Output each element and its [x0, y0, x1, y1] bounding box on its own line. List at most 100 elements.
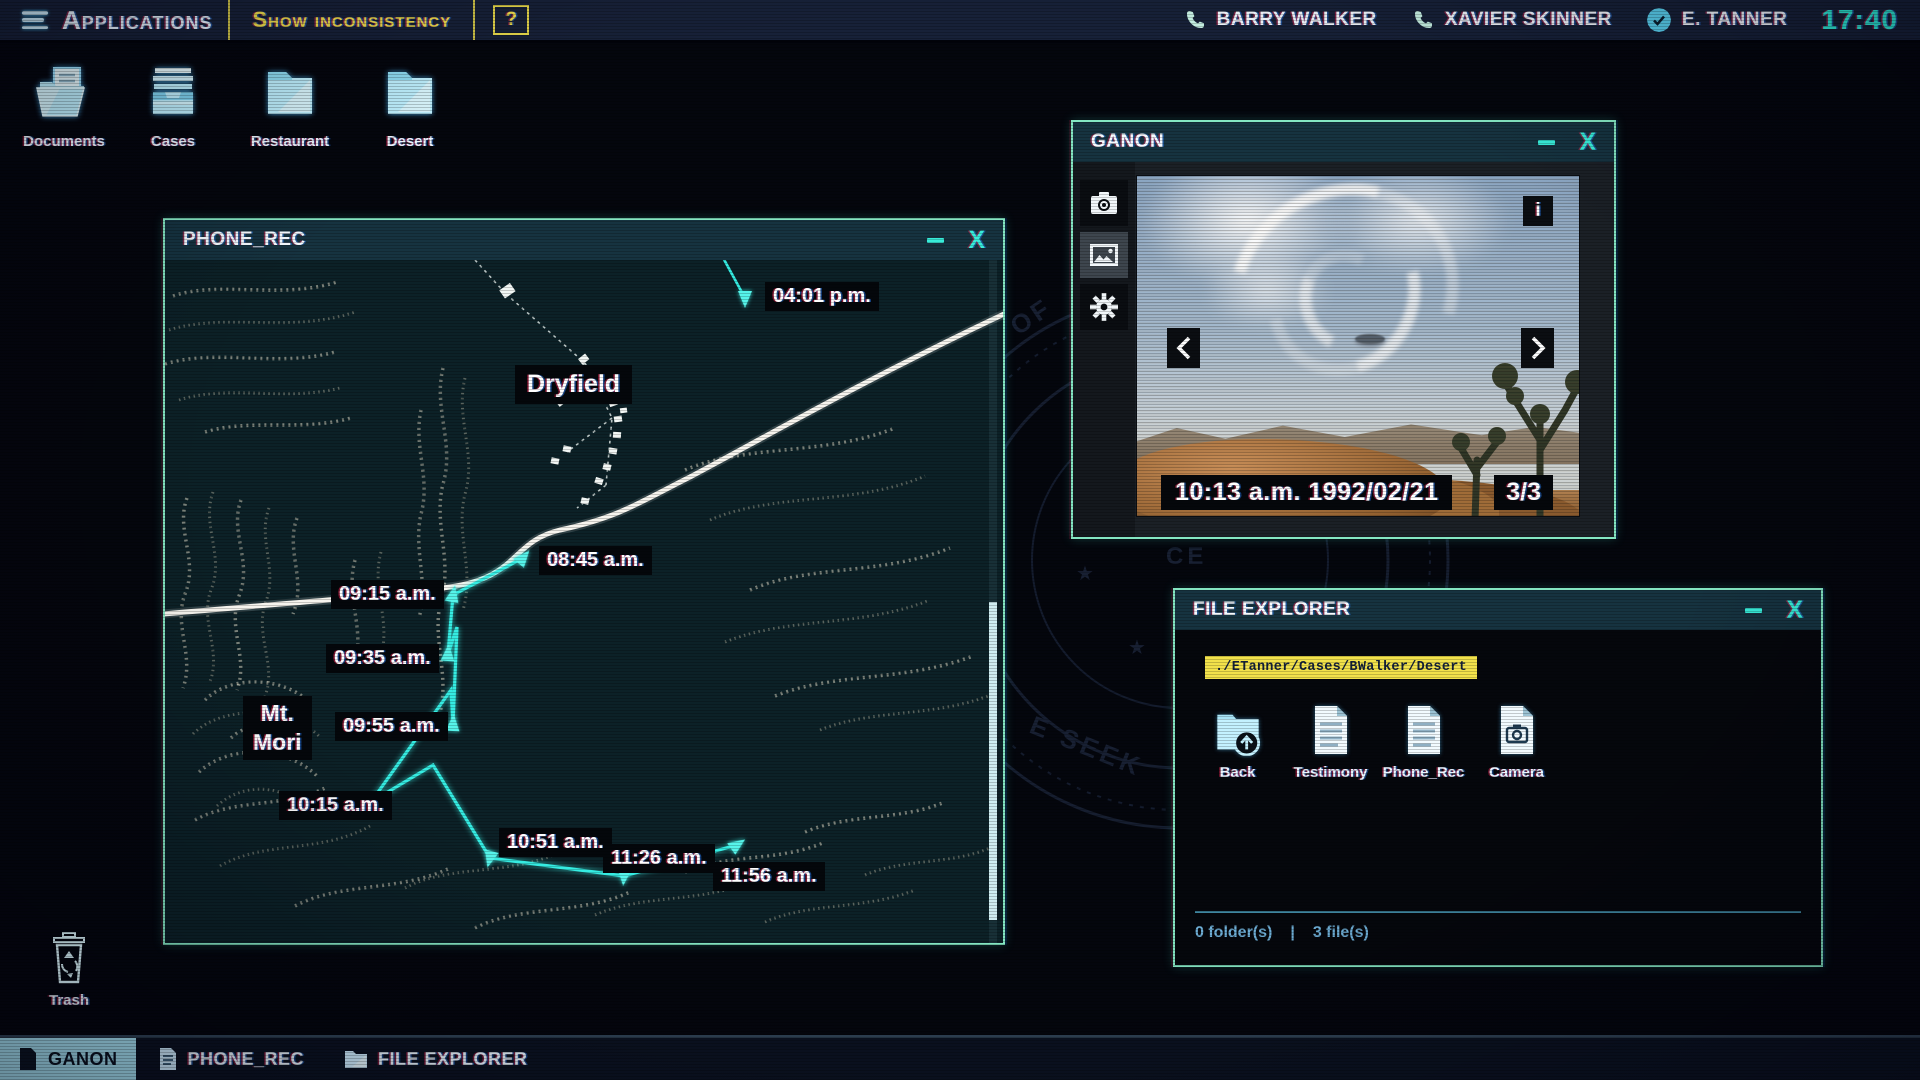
- contact-name: XAVIER SKINNER: [1445, 9, 1612, 31]
- top-status-bar: Applications Show inconsistency ? BARRY …: [0, 0, 1920, 43]
- seal-text-fragment: E SEEK: [1026, 710, 1148, 783]
- separator: |: [1290, 924, 1294, 942]
- divider: [473, 0, 475, 40]
- map-time-label: 08:45 a.m.: [539, 546, 652, 575]
- file-explorer-window: FILE EXPLORER X ./ETanner/Cases/BWalker/…: [1173, 588, 1823, 967]
- file-item-camera[interactable]: Camera: [1470, 696, 1563, 781]
- taskbar-item-phone-rec[interactable]: PHONE_REC: [140, 1038, 323, 1080]
- contact-barry-walker[interactable]: BARRY WALKER: [1183, 8, 1377, 32]
- taskbar-item-ganon[interactable]: GANON: [0, 1038, 136, 1080]
- divider: [228, 0, 230, 40]
- chevron-right-icon: [1529, 335, 1547, 361]
- seal-text-fragment: OF: [1005, 291, 1058, 341]
- evidence-photo: i 10:13 a.m. 1992/02/21 3/3: [1136, 175, 1580, 517]
- folder-icon: [378, 60, 442, 124]
- icon-label: Desert: [362, 133, 458, 150]
- icon-label: Documents: [16, 133, 112, 150]
- folder-icon: [344, 1049, 368, 1069]
- close-button[interactable]: X: [968, 228, 985, 253]
- clock: 17:40: [1821, 4, 1898, 36]
- image-icon: [1089, 243, 1119, 267]
- contact-e-tanner[interactable]: E. TANNER: [1646, 7, 1787, 33]
- document-icon: [1403, 704, 1445, 756]
- desktop-icon-restaurant[interactable]: Restaurant: [242, 60, 338, 150]
- map-canvas[interactable]: 04:01 p.m. 08:45 a.m. 09:15 a.m. 09:35 a.m.…: [165, 260, 1003, 943]
- map-time-label: 04:01 p.m.: [765, 282, 879, 311]
- document-icon: [158, 1047, 178, 1071]
- contact-name: E. TANNER: [1682, 9, 1787, 31]
- status-bar: 0 folder(s) | 3 file(s): [1195, 924, 1369, 942]
- map-time-label: 11:56 a.m.: [713, 862, 825, 891]
- inbox-tray-icon: [141, 60, 205, 124]
- divider: [1195, 911, 1801, 913]
- map-time-label: 11:26 a.m.: [603, 844, 715, 873]
- show-inconsistency-button[interactable]: Show inconsistency: [246, 6, 457, 34]
- map-place-label: Dryfield: [515, 365, 632, 404]
- gear-icon: [1089, 292, 1119, 322]
- file-item-testimony[interactable]: Testimony: [1284, 696, 1377, 781]
- file-explorer-titlebar[interactable]: FILE EXPLORER X: [1175, 590, 1821, 630]
- window-title: GANON: [1091, 131, 1164, 153]
- file-label: Camera: [1470, 764, 1563, 781]
- file-label: Back: [1191, 764, 1284, 781]
- camera-icon: [1089, 190, 1119, 216]
- window-title: FILE EXPLORER: [1193, 599, 1350, 621]
- close-button[interactable]: X: [1579, 130, 1596, 155]
- image-tool[interactable]: [1080, 232, 1128, 278]
- settings-tool[interactable]: [1080, 284, 1128, 330]
- file-item-phone-rec[interactable]: Phone_Rec: [1377, 696, 1470, 781]
- map-place-label: Mt. Mori: [243, 696, 312, 760]
- window-title: PHONE_REC: [183, 229, 306, 251]
- svg-text:★: ★: [1076, 563, 1098, 585]
- next-photo-button[interactable]: [1521, 328, 1554, 368]
- contact-name: BARRY WALKER: [1217, 9, 1377, 31]
- map-time-label: 09:15 a.m.: [331, 580, 444, 609]
- map-time-label: 09:55 a.m.: [335, 712, 448, 741]
- file-label: Testimony: [1284, 764, 1377, 781]
- desktop-icon-cases[interactable]: Cases: [125, 60, 221, 150]
- phone-icon: [1183, 8, 1207, 32]
- seal-text-fragment: CE: [1166, 543, 1207, 570]
- icon-label: Restaurant: [242, 133, 338, 150]
- desktop-icon-documents[interactable]: Documents: [16, 60, 112, 150]
- taskbar-label: PHONE_REC: [188, 1049, 305, 1070]
- map-time-label: 10:51 a.m.: [499, 828, 612, 857]
- photo-counter: 3/3: [1494, 475, 1553, 510]
- map-scrollbar-thumb[interactable]: [989, 602, 997, 920]
- camera-tool[interactable]: [1080, 180, 1128, 226]
- desktop-icon-desert[interactable]: Desert: [362, 60, 458, 150]
- phone-rec-titlebar[interactable]: PHONE_REC X: [165, 220, 1003, 260]
- ganon-titlebar[interactable]: GANON X: [1073, 122, 1614, 162]
- contact-xavier-skinner[interactable]: XAVIER SKINNER: [1411, 8, 1612, 32]
- map-time-label: 09:35 a.m.: [326, 644, 439, 673]
- taskbar-item-file-explorer[interactable]: FILE EXPLORER: [326, 1038, 546, 1080]
- close-button[interactable]: X: [1786, 598, 1803, 623]
- breadcrumb-path: ./ETanner/Cases/BWalker/Desert: [1205, 656, 1477, 679]
- taskbar-label: FILE EXPLORER: [378, 1049, 528, 1070]
- phone-icon: [1411, 8, 1435, 32]
- taskbar: GANON PHONE_REC FILE EXPLORER: [0, 1035, 1920, 1080]
- minimize-button[interactable]: [927, 238, 944, 243]
- document-icon: [1310, 704, 1352, 756]
- map-labels: 04:01 p.m. 08:45 a.m. 09:15 a.m. 09:35 a.m.…: [165, 260, 1003, 943]
- photo-timestamp: 10:13 a.m. 1992/02/21: [1161, 475, 1452, 510]
- hamburger-icon: [22, 11, 48, 29]
- file-item-back[interactable]: Back: [1191, 696, 1284, 781]
- help-button[interactable]: ?: [493, 5, 529, 35]
- desktop: OF CE E SEEK ★ ★ Applications Show incon…: [0, 0, 1920, 1080]
- folder-icon: [258, 60, 322, 124]
- phone-rec-window: PHONE_REC X: [163, 218, 1005, 945]
- svg-text:★: ★: [1128, 637, 1150, 659]
- folder-count: 0 folder(s): [1195, 924, 1272, 942]
- previous-photo-button[interactable]: [1167, 328, 1200, 368]
- trash-icon: [46, 931, 92, 985]
- minimize-button[interactable]: [1745, 608, 1762, 613]
- applications-menu[interactable]: Applications: [62, 5, 212, 36]
- info-button[interactable]: i: [1523, 196, 1553, 226]
- file-count: 3 file(s): [1313, 924, 1369, 942]
- trash-label: Trash: [34, 992, 104, 1009]
- minimize-button[interactable]: [1538, 140, 1555, 145]
- folder-up-icon: [1213, 706, 1263, 756]
- trash[interactable]: Trash: [34, 931, 104, 1009]
- map-time-label: 10:15 a.m.: [279, 791, 392, 820]
